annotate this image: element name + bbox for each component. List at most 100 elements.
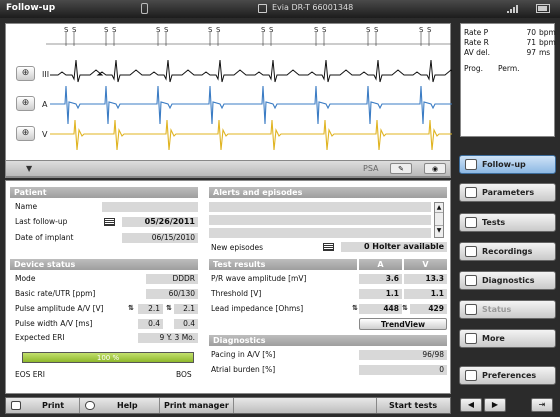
last-follow-up-label: Last follow-up <box>15 217 68 226</box>
nav-more[interactable]: More <box>459 329 556 348</box>
wave-amplitude-label: P/R wave amplitude [mV] <box>211 274 307 283</box>
mode-value: DDDR <box>146 274 198 284</box>
start-tests-button[interactable]: Start tests <box>376 398 451 413</box>
bos-label: BOS <box>176 370 192 379</box>
battery-icon <box>536 4 550 13</box>
implant-date-value: 06/15/2010 <box>122 233 198 243</box>
help-button[interactable]: Help <box>80 398 160 413</box>
mode-label: Mode <box>15 274 36 283</box>
sync-icon: ⇅ <box>402 304 408 312</box>
expected-eri-value: 9 Y. 3 Mo. <box>138 333 198 343</box>
pulse-width-v: 0.4 <box>174 319 198 329</box>
event-marker-label: S <box>164 26 169 34</box>
ecg-traces: SSSSSSSSSSSSSSSS <box>46 26 452 151</box>
ecg-toolbar: ▼ PSA ✎ ◉ <box>5 160 451 177</box>
column-v-header: V <box>404 259 447 270</box>
device-status-header: Device status <box>10 259 198 270</box>
event-marker-label: S <box>269 26 274 34</box>
zoom-lead-iii-button[interactable]: ⊕ <box>16 66 35 81</box>
threshold-v: 1.1 <box>404 289 447 299</box>
new-episodes-label: New episodes <box>211 243 263 252</box>
nav-status: Status <box>459 300 556 319</box>
event-marker-label: S <box>156 26 161 34</box>
event-marker-label: S <box>72 26 77 34</box>
implant-date-label: Date of implant <box>15 233 74 242</box>
nav-parameters[interactable]: Parameters <box>459 183 556 202</box>
pulse-width-a: 0.4 <box>138 319 163 329</box>
status-icon <box>465 304 477 315</box>
event-marker-label: S <box>427 26 432 34</box>
nav-follow-up[interactable]: Follow-up <box>459 155 556 174</box>
psa-button[interactable]: PSA <box>363 164 379 173</box>
lead-label-iii: III <box>42 70 50 79</box>
event-marker-label: S <box>261 26 266 34</box>
nav-recordings[interactable]: Recordings <box>459 242 556 261</box>
camera-icon[interactable]: ◉ <box>424 163 446 174</box>
sync-icon: ⇅ <box>166 304 172 312</box>
calendar-icon <box>104 218 115 226</box>
trendview-button[interactable]: TrendView <box>359 318 447 330</box>
basic-rate-label: Basic rate/UTR [ppm] <box>15 289 96 298</box>
lead-label-a: A <box>42 100 48 109</box>
new-episodes-value: 0 Holter available <box>341 242 447 252</box>
battery-percent: 100 % <box>96 354 120 362</box>
pulse-amplitude-v: 2.1 <box>174 304 198 314</box>
event-marker-label: S <box>366 26 371 34</box>
device-icon <box>258 4 267 13</box>
screen-title: Follow-up <box>6 3 56 13</box>
page-navigation: ◀ ▶ ⇥ <box>460 398 555 413</box>
heart-icon <box>465 159 477 170</box>
pulse-amplitude-a: 2.1 <box>138 304 163 314</box>
alert-row <box>209 202 431 212</box>
help-icon <box>85 401 95 410</box>
printer-icon <box>11 401 21 410</box>
lock-icon <box>141 3 148 14</box>
wave-amplitude-v: 13.3 <box>404 274 447 284</box>
ecg-settings-icon[interactable]: ✎ <box>390 163 412 174</box>
sync-icon: ⇅ <box>128 304 134 312</box>
forward-arrow-icon[interactable]: ▶ <box>484 398 506 412</box>
signal-icon <box>507 5 518 13</box>
live-values-box: Rate P 70 bpm Rate R 71 bpm AV del. 97 m… <box>460 23 556 137</box>
eos-eri-label: EOS ERI <box>15 370 45 379</box>
alert-row <box>209 228 431 238</box>
atrial-burden-value: 0 <box>359 365 447 375</box>
last-follow-up-value: 05/26/2011 <box>122 217 198 227</box>
exit-icon[interactable]: ⇥ <box>531 398 553 412</box>
event-marker-label: S <box>374 26 379 34</box>
expected-eri-label: Expected ERI <box>15 333 65 342</box>
event-marker-label: S <box>419 26 424 34</box>
nav-diagnostics[interactable]: Diagnostics <box>459 271 556 290</box>
battery-progress: 100 % <box>22 352 194 363</box>
event-marker-label: S <box>64 26 69 34</box>
lead-impedance-label: Lead impedance [Ohms] <box>211 304 304 313</box>
scroll-down-icon[interactable]: ▼ <box>435 225 443 235</box>
basic-rate-value: 60/130 <box>146 289 198 299</box>
print-manager-button[interactable]: Print manager <box>160 398 234 413</box>
name-value <box>102 202 198 212</box>
alerts-scrollbar[interactable]: ▲ ▼ <box>434 202 444 238</box>
name-label: Name <box>15 202 38 211</box>
pacing-value: 96/98 <box>359 350 447 360</box>
alerts-header: Alerts and episodes <box>209 187 447 198</box>
event-marker-label: S <box>322 26 327 34</box>
pulse-amplitude-label: Pulse amplitude A/V [V] <box>15 304 104 313</box>
diagnostics-icon <box>465 275 477 286</box>
lead-label-v: V <box>42 130 48 139</box>
parameters-icon <box>465 187 477 198</box>
event-marker-label: S <box>112 26 117 34</box>
print-button[interactable]: Print <box>6 398 80 413</box>
patient-header: Patient <box>10 187 198 198</box>
recordings-icon <box>465 246 477 257</box>
scroll-up-icon[interactable]: ▲ <box>435 203 443 213</box>
back-arrow-icon[interactable]: ◀ <box>460 398 482 412</box>
preferences-icon <box>465 370 477 381</box>
ecg-dropdown-button[interactable]: ▼ <box>26 164 32 173</box>
nav-tests[interactable]: Tests <box>459 213 556 232</box>
nav-preferences[interactable]: Preferences <box>459 366 556 385</box>
zoom-lead-v-button[interactable]: ⊕ <box>16 126 35 141</box>
follow-up-main: Patient Name Last follow-up 05/26/2011 D… <box>5 180 451 394</box>
event-marker-label: S <box>208 26 213 34</box>
atrial-egm-trace <box>50 85 452 125</box>
zoom-lead-a-button[interactable]: ⊕ <box>16 96 35 111</box>
